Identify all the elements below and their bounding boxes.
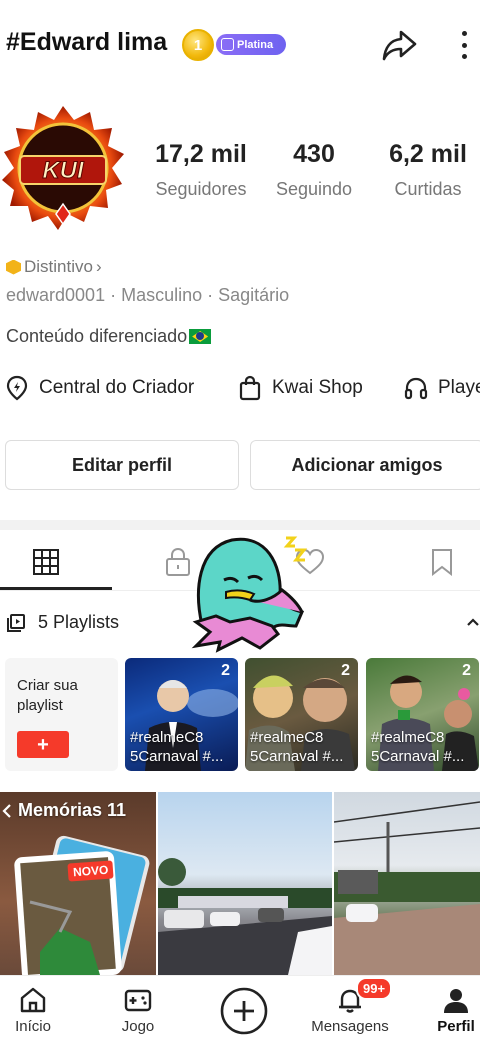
ghost-sticker-icon <box>191 536 308 653</box>
nav-profile-label: Perfil <box>437 1018 475 1035</box>
tier-label: Platina <box>237 38 274 51</box>
profile-icon <box>444 989 468 1013</box>
followers-stat[interactable]: 17,2 mil Seguidores <box>150 140 252 200</box>
lock-icon <box>166 547 190 576</box>
new-badge: NOVO <box>67 860 114 882</box>
chevron-left-icon <box>2 803 11 818</box>
profile-meta: edward0001 · Masculino · Sagitário <box>6 285 290 305</box>
chevron-up-icon[interactable] <box>465 614 480 630</box>
notification-badge: 99+ <box>356 977 393 1000</box>
kwai-shop-label: Kwai Shop <box>272 377 363 398</box>
gamepad-icon <box>124 989 152 1012</box>
likes-count: 6,2 mil <box>389 140 467 168</box>
brazil-flag-icon <box>189 329 212 344</box>
create-post-button[interactable] <box>220 987 268 1035</box>
add-friends-button[interactable]: Adicionar amigos <box>250 440 480 490</box>
avatar-logo-text: KUI <box>42 157 85 184</box>
nav-messages-label: Mensagens <box>311 1018 389 1035</box>
distinctive-badge-link[interactable]: Distintivo › <box>6 257 102 277</box>
followers-label: Seguidores <box>155 179 247 199</box>
nav-game-label: Jogo <box>121 1018 155 1035</box>
playlists-count-label: 5 Playlists <box>38 612 120 632</box>
create-playlist-button[interactable]: + <box>17 731 69 758</box>
followers-count: 17,2 mil <box>155 140 247 168</box>
following-count: 430 <box>293 140 335 168</box>
profile-username: #Edward lima <box>6 28 168 56</box>
tab-grid[interactable] <box>26 545 66 579</box>
badge-label: Distintivo <box>24 257 93 276</box>
shopping-bag-icon <box>239 375 261 401</box>
memories-text: Memórias 11 <box>18 800 127 820</box>
kwai-shop-link[interactable]: Kwai Shop <box>238 375 363 401</box>
creator-center-label: Central do Criador <box>39 377 195 398</box>
memories-label: Memórias 11 <box>0 800 126 821</box>
playlist-caption: #realmeC8 5Carnaval #... <box>130 729 224 765</box>
playlist-count: 2 <box>341 662 350 679</box>
section-divider <box>0 520 480 530</box>
chevron-right-icon: › <box>95 257 102 276</box>
video-thumbnail <box>158 858 332 975</box>
more-options-icon[interactable] <box>452 28 476 62</box>
playlist-count: 2 <box>462 662 471 679</box>
nav-home-label: Início <box>15 1018 51 1035</box>
tab-saved[interactable] <box>422 545 462 579</box>
create-playlist-label: Criar sua playlist <box>17 677 78 714</box>
playlist-tool-link[interactable]: Playe <box>404 375 480 401</box>
playlist-caption: #realmeC8 5Carnaval #... <box>371 729 465 765</box>
video-thumbnail <box>334 801 480 975</box>
playlist-caption: #realmeC8 5Carnaval #... <box>250 729 344 765</box>
profile-bio: Conteúdo diferenciado <box>6 326 212 347</box>
tier-badge[interactable]: Platina <box>216 34 286 55</box>
nav-game[interactable]: Jogo <box>98 985 178 1035</box>
following-label: Seguindo <box>275 179 353 199</box>
gem-icon <box>221 38 234 51</box>
edit-profile-button[interactable]: Editar perfil <box>5 440 239 490</box>
following-stat[interactable]: 430 Seguindo <box>270 140 358 200</box>
coin-badge-icon[interactable]: 1 <box>182 29 214 61</box>
playlist-tool-label: Playe <box>438 377 480 398</box>
playlist-card[interactable]: 2 #realmeC8 5Carnaval #... <box>125 658 238 771</box>
playlist-icon <box>7 613 25 632</box>
video-card[interactable] <box>334 792 480 975</box>
coin-badge-value: 1 <box>193 36 203 54</box>
playlist-card[interactable]: 2 #realmeC8 5Carnaval #... <box>245 658 358 771</box>
grid-icon <box>33 549 59 575</box>
likes-stat[interactable]: 6,2 mil Curtidas <box>382 140 474 200</box>
likes-label: Curtidas <box>394 179 462 199</box>
creator-center-link[interactable]: Central do Criador <box>5 375 194 401</box>
avatar[interactable]: KUI <box>2 106 124 230</box>
video-card[interactable] <box>158 792 332 975</box>
playlists-header[interactable]: 5 Playlists <box>6 612 119 633</box>
home-icon <box>20 987 46 1013</box>
playlist-count: 2 <box>221 662 230 679</box>
badge-hex-icon <box>6 259 21 275</box>
bio-text: Conteúdo diferenciado <box>6 326 188 346</box>
location-pin-icon <box>6 375 28 401</box>
bookmark-icon <box>432 549 452 576</box>
nav-home[interactable]: Início <box>0 985 73 1035</box>
memories-card[interactable]: Memórias 11 <box>0 792 156 975</box>
headphones-icon <box>404 377 428 400</box>
create-playlist-card[interactable]: Criar sua playlist + <box>5 658 118 771</box>
share-icon[interactable] <box>380 26 418 64</box>
nav-profile[interactable]: Perfil <box>416 985 480 1035</box>
playlist-card[interactable]: 2 #realmeC8 5Carnaval #... <box>366 658 479 771</box>
